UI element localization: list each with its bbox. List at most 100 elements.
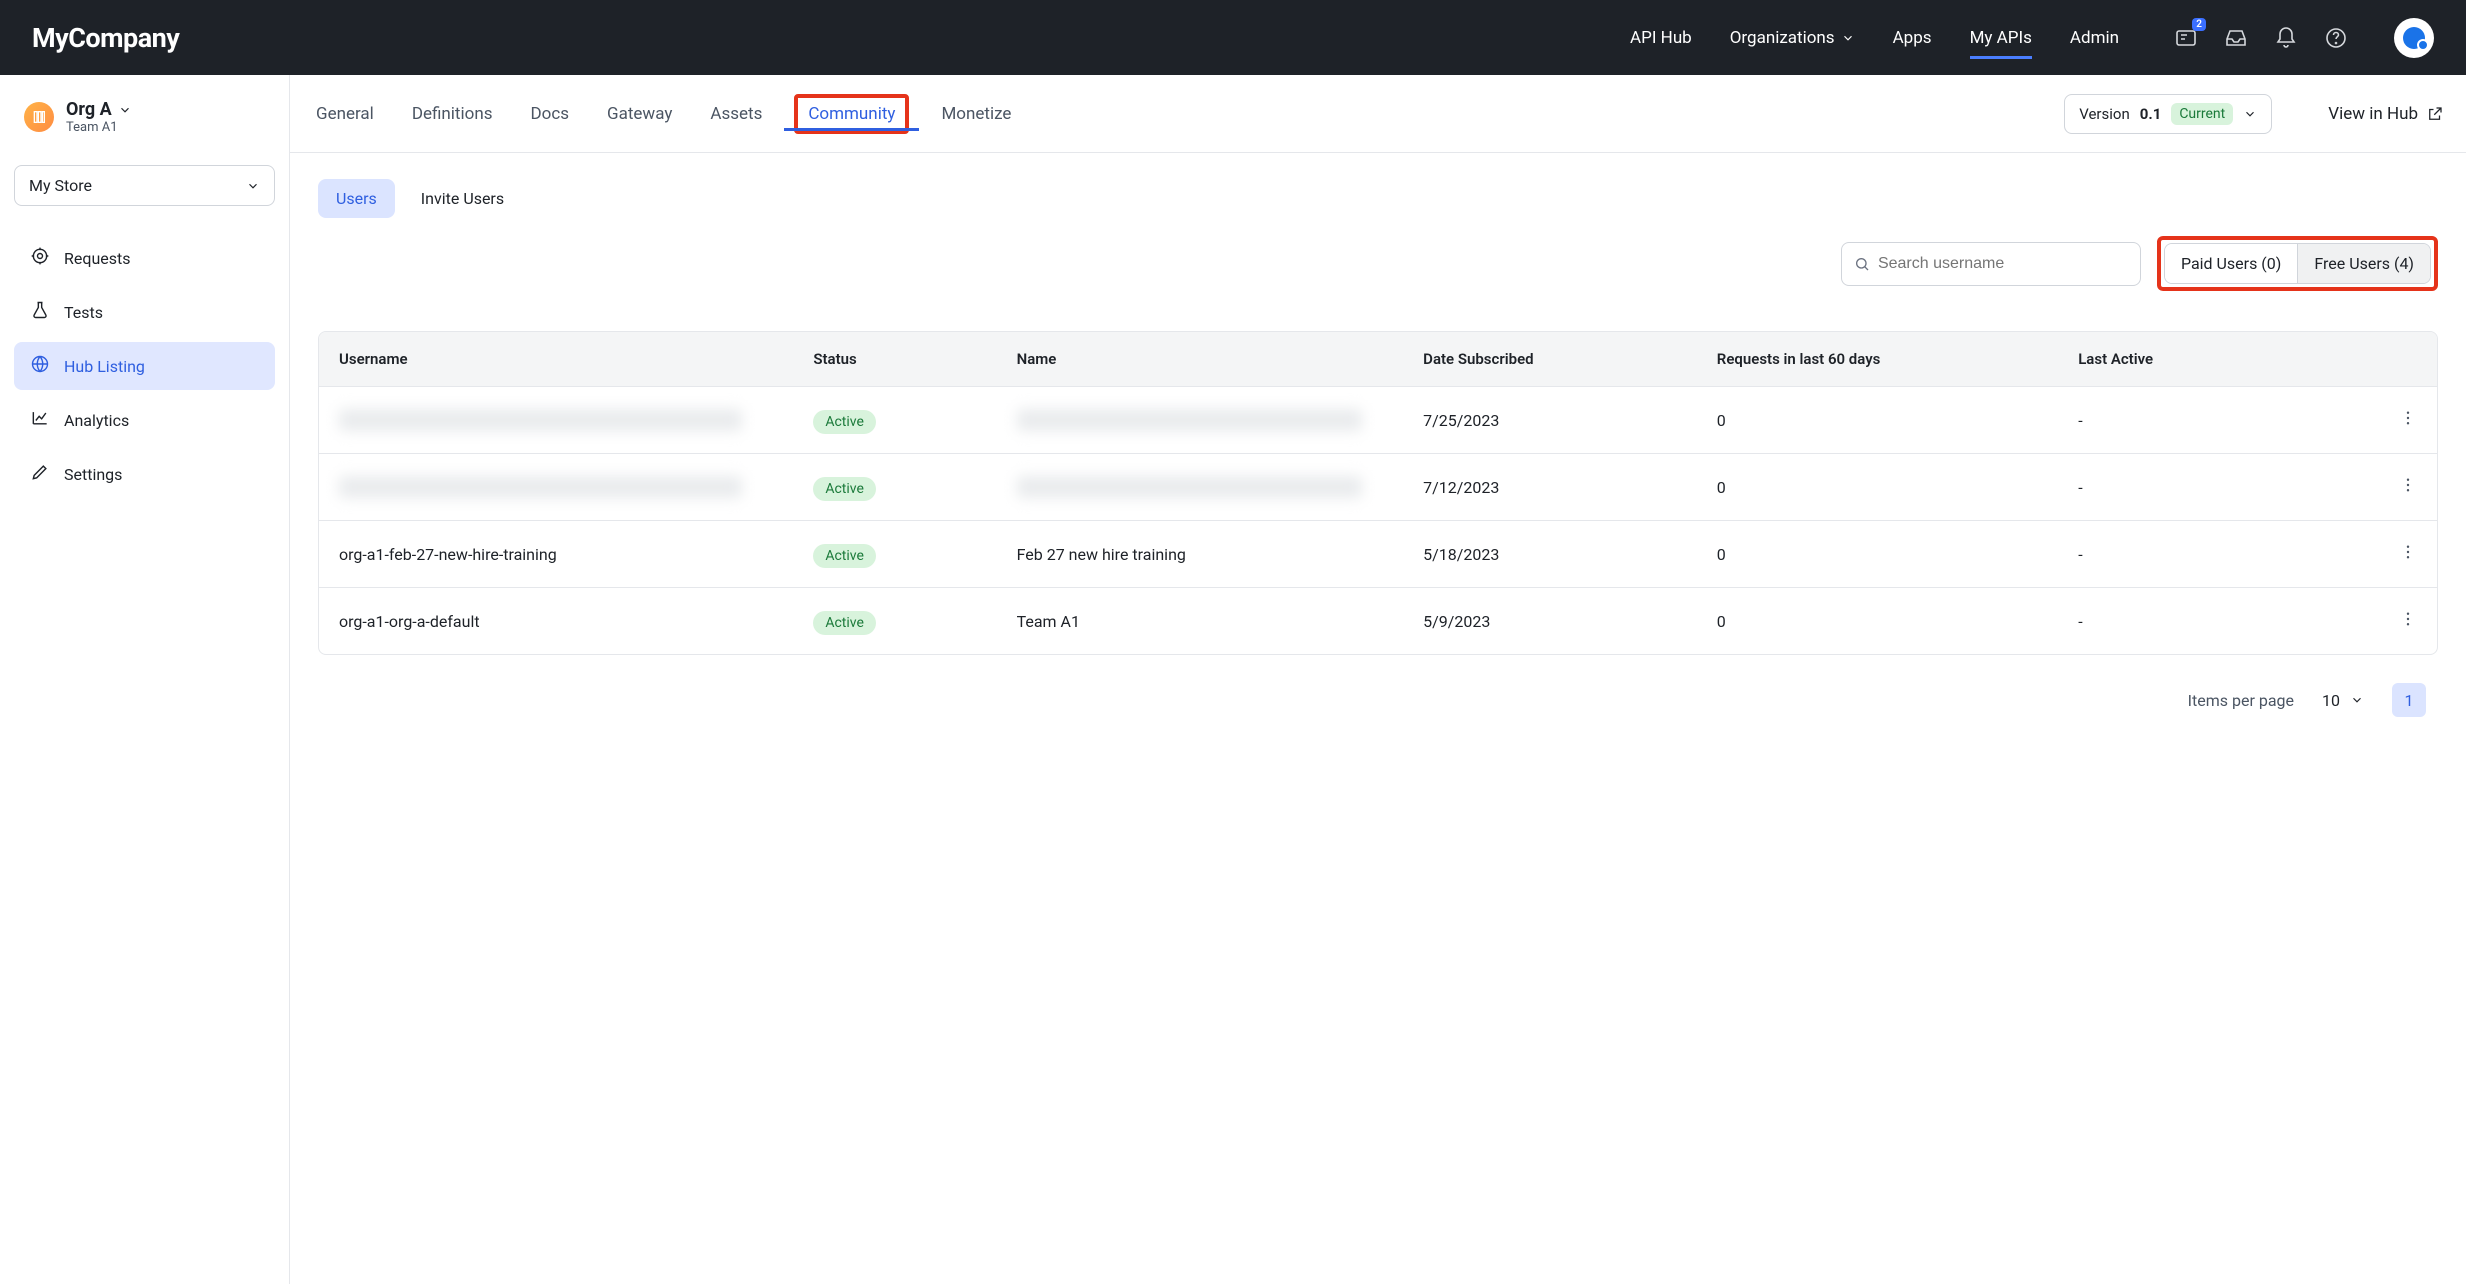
chevron-down-icon	[118, 103, 132, 117]
topnav-link-api-hub[interactable]: API Hub	[1630, 0, 1692, 75]
search-icon	[1854, 256, 1870, 272]
topnav-link-apps[interactable]: Apps	[1893, 0, 1932, 75]
search-input-wrap[interactable]	[1841, 242, 2141, 286]
cell-username: org-a1-feb-27-new-hire-training	[339, 545, 813, 564]
inbox-icon[interactable]	[2224, 26, 2248, 50]
avatar[interactable]	[2394, 18, 2434, 58]
version-chip: Current	[2171, 103, 2233, 125]
notif-badge: 2	[2192, 18, 2206, 31]
version-selector[interactable]: Version 0.1 Current	[2064, 94, 2272, 134]
tab-gateway[interactable]: Gateway	[603, 78, 676, 150]
table-header: UsernameStatusNameDate SubscribedRequest…	[319, 332, 2437, 386]
topnav-link-admin[interactable]: Admin	[2070, 0, 2119, 75]
pager-label: Items per page	[2188, 691, 2294, 710]
sidebar-item-tests[interactable]: Tests	[14, 288, 275, 336]
users-table: UsernameStatusNameDate SubscribedRequest…	[318, 331, 2438, 655]
tab-monetize[interactable]: Monetize	[937, 78, 1015, 150]
org-icon	[24, 102, 54, 132]
org-switcher[interactable]: Org A Team A1	[14, 99, 275, 145]
tab-docs[interactable]: Docs	[526, 78, 573, 150]
org-name: Org A	[66, 99, 132, 120]
filter-paid-users-0-[interactable]: Paid Users (0)	[2165, 244, 2297, 283]
tab-community[interactable]: Community	[794, 94, 909, 134]
help-icon[interactable]	[2324, 26, 2348, 50]
pencil-icon	[30, 462, 50, 486]
tab-definitions[interactable]: Definitions	[408, 78, 497, 150]
col-header: Date Subscribed	[1423, 350, 1717, 368]
per-page-select[interactable]: 10	[2322, 691, 2364, 710]
messages-icon[interactable]: 2	[2174, 26, 2198, 50]
cell-username	[339, 409, 813, 431]
version-prefix: Version	[2079, 105, 2130, 123]
cell-last-active: -	[2078, 612, 2304, 631]
chevron-down-icon	[2243, 107, 2257, 121]
sidebar-item-label: Requests	[64, 249, 131, 268]
cell-username: org-a1-org-a-default	[339, 612, 813, 631]
cell-requests: 0	[1717, 612, 2078, 631]
cell-requests: 0	[1717, 411, 2078, 430]
sidebar-item-hub-listing[interactable]: Hub Listing	[14, 342, 275, 390]
col-header: Status	[813, 350, 1016, 368]
sub-tabs: UsersInvite Users	[318, 179, 2438, 218]
cell-date: 5/9/2023	[1423, 612, 1717, 631]
kebab-icon	[2399, 409, 2417, 427]
search-input[interactable]	[1878, 255, 2128, 273]
cell-status: Active	[813, 411, 1016, 430]
sidebar: Org A Team A1 My Store Requests Tests Hub …	[0, 75, 290, 1284]
table-row: org-a1-feb-27-new-hire-trainingActiveFeb…	[319, 520, 2437, 587]
page-number[interactable]: 1	[2392, 683, 2426, 717]
cell-status: Active	[813, 612, 1016, 631]
sidebar-item-analytics[interactable]: Analytics	[14, 396, 275, 444]
tabs-bar: General Definitions Docs Gateway Assets Commu…	[290, 75, 2466, 153]
bell-icon[interactable]	[2274, 26, 2298, 50]
subtab-invite-users[interactable]: Invite Users	[403, 179, 522, 218]
topnav-link-my-apis[interactable]: My APIs	[1970, 0, 2032, 75]
kebab-icon	[2399, 543, 2417, 561]
store-selector-label: My Store	[29, 176, 92, 195]
table-row: org-a1-org-a-defaultActiveTeam A15/9/202…	[319, 587, 2437, 654]
external-link-icon	[2426, 105, 2444, 123]
topnav-links: API Hub Organizations Apps My APIs Admin	[1630, 0, 2119, 75]
row-menu-button[interactable]	[2304, 409, 2417, 431]
tab-assets[interactable]: Assets	[706, 78, 766, 150]
target-icon	[30, 246, 50, 270]
cell-name: Team A1	[1017, 612, 1424, 631]
cell-name	[1017, 476, 1424, 498]
topnav-link-organizations[interactable]: Organizations	[1730, 0, 1855, 75]
store-selector[interactable]: My Store	[14, 165, 275, 206]
cell-status: Active	[813, 478, 1016, 497]
topnav-icons: 2	[2174, 18, 2434, 58]
user-filter-toggle: Paid Users (0)Free Users (4)	[2164, 243, 2431, 284]
pager: Items per page 10 1	[290, 655, 2466, 745]
subtab-users[interactable]: Users	[318, 179, 395, 218]
cell-requests: 0	[1717, 478, 2078, 497]
globe-icon	[30, 354, 50, 378]
user-filter-highlight: Paid Users (0)Free Users (4)	[2157, 236, 2438, 291]
sidebar-item-requests[interactable]: Requests	[14, 234, 275, 282]
sidebar-item-label: Tests	[64, 303, 103, 322]
view-in-hub-link[interactable]: View in Hub	[2328, 104, 2444, 124]
table-row: Active7/25/20230-	[319, 386, 2437, 453]
row-menu-button[interactable]	[2304, 476, 2417, 498]
top-nav: MyCompany API HubOrganizations AppsMy AP…	[0, 0, 2466, 75]
tab-general[interactable]: General	[312, 78, 378, 150]
cell-date: 7/25/2023	[1423, 411, 1717, 430]
per-page-value: 10	[2322, 691, 2340, 710]
flask-icon	[30, 300, 50, 324]
chart-icon	[30, 408, 50, 432]
sidebar-item-settings[interactable]: Settings	[14, 450, 275, 498]
row-menu-button[interactable]	[2304, 610, 2417, 632]
col-header: Username	[339, 350, 813, 368]
chevron-down-icon	[246, 179, 260, 193]
col-header: Last Active	[2078, 350, 2304, 368]
filter-free-users-4-[interactable]: Free Users (4)	[2297, 244, 2430, 283]
row-menu-button[interactable]	[2304, 543, 2417, 565]
cell-name: Feb 27 new hire training	[1017, 545, 1424, 564]
col-header: Name	[1017, 350, 1424, 368]
version-value: 0.1	[2140, 105, 2162, 123]
sidebar-item-label: Settings	[64, 465, 122, 484]
cell-last-active: -	[2078, 478, 2304, 497]
chevron-down-icon	[2350, 693, 2364, 707]
side-nav: Requests Tests Hub Listing Analytics Setting…	[14, 234, 275, 498]
view-in-hub-label: View in Hub	[2328, 104, 2418, 124]
